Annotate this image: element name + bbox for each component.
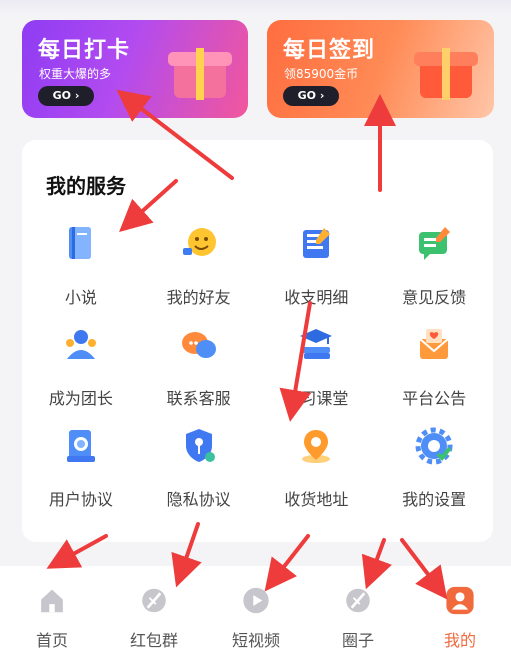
home-icon [41, 589, 63, 613]
friend-emoji-icon [182, 228, 216, 256]
service-label: 小说 [64, 288, 97, 307]
service-label: 意见反馈 [402, 288, 467, 307]
circle-icon [346, 588, 370, 613]
service-label: 用户协议 [48, 490, 113, 509]
checkin-subtitle: 权重大爆的多 [39, 67, 112, 81]
checkin-go-button[interactable]: GO › [38, 86, 94, 106]
service-user-agreement[interactable]: 用户协议 [22, 426, 140, 527]
service-label: 我的好友 [166, 288, 231, 307]
service-label: 收支明细 [284, 288, 349, 307]
gift-box-icon [414, 42, 478, 100]
chat-bubbles-icon [181, 332, 216, 358]
tab-label: 红包群 [129, 631, 178, 650]
service-label: 隐私协议 [166, 490, 231, 509]
services-title: 我的服务 [46, 174, 126, 198]
service-label: 收货地址 [284, 490, 349, 509]
location-pin-icon [302, 430, 331, 463]
tab-label: 首页 [35, 631, 68, 650]
service-learning-class[interactable]: 学习课堂 [258, 325, 376, 426]
service-novel[interactable]: 小说 [22, 224, 140, 325]
bottom-tab-bar: 首页 红包群 短视频 圈子 我的 [0, 566, 511, 651]
tab-label: 我的 [443, 631, 476, 650]
service-label: 成为团长 [48, 389, 113, 408]
service-become-leader[interactable]: 成为团长 [22, 325, 140, 426]
service-income-details[interactable]: 收支明细 [258, 224, 376, 325]
tab-label: 圈子 [341, 631, 374, 650]
signin-title: 每日签到 [283, 38, 376, 63]
gift-box-icon [168, 42, 232, 100]
service-my-friends[interactable]: 我的好友 [140, 224, 258, 325]
graduation-books-icon [300, 329, 333, 359]
my-services-card: 我的服务 小说 我的好友 收支明细 意见反馈 成为团长 联系客服 学习课堂 平台… [22, 140, 493, 542]
team-leader-icon [65, 330, 96, 359]
service-my-settings[interactable]: 我的设置 [375, 426, 493, 527]
checkin-title: 每日打卡 [38, 38, 131, 63]
daily-signin-banner[interactable]: 每日签到 领85900金币 GO › [267, 20, 494, 118]
document-search-icon [66, 430, 95, 462]
signin-go-button[interactable]: GO › [283, 86, 339, 106]
service-label: 我的设置 [402, 490, 467, 509]
service-label: 学习课堂 [284, 389, 349, 408]
tab-circle[interactable]: 圈子 [307, 566, 409, 651]
profile-icon [446, 586, 474, 615]
shield-key-icon [185, 429, 215, 462]
top-fade [0, 0, 511, 14]
service-feedback[interactable]: 意见反馈 [375, 224, 493, 325]
tab-home[interactable]: 首页 [1, 566, 103, 651]
service-label: 联系客服 [166, 389, 231, 408]
red-packet-group-icon [142, 588, 166, 613]
service-privacy-agreement[interactable]: 隐私协议 [140, 426, 258, 527]
service-shipping-address[interactable]: 收货地址 [258, 426, 376, 527]
service-contact-support[interactable]: 联系客服 [140, 325, 258, 426]
settings-gear-icon [415, 427, 453, 465]
book-icon [68, 227, 91, 259]
daily-checkin-banner[interactable]: 每日打卡 权重大爆的多 GO › [22, 20, 248, 118]
announcement-envelope-icon [419, 329, 449, 359]
tab-mine[interactable]: 我的 [409, 566, 511, 651]
service-announcement[interactable]: 平台公告 [375, 325, 493, 426]
ledger-icon [303, 228, 331, 258]
signin-subtitle: 领85900金币 [284, 67, 359, 81]
tab-short-video[interactable]: 短视频 [205, 566, 307, 651]
tab-red-packet-group[interactable]: 红包群 [103, 566, 205, 651]
feedback-icon [419, 227, 451, 260]
play-icon [243, 587, 269, 614]
service-label: 平台公告 [402, 389, 467, 408]
services-grid: 小说 我的好友 收支明细 意见反馈 成为团长 联系客服 学习课堂 平台公告 用户… [22, 224, 493, 527]
tab-label: 短视频 [231, 631, 280, 650]
